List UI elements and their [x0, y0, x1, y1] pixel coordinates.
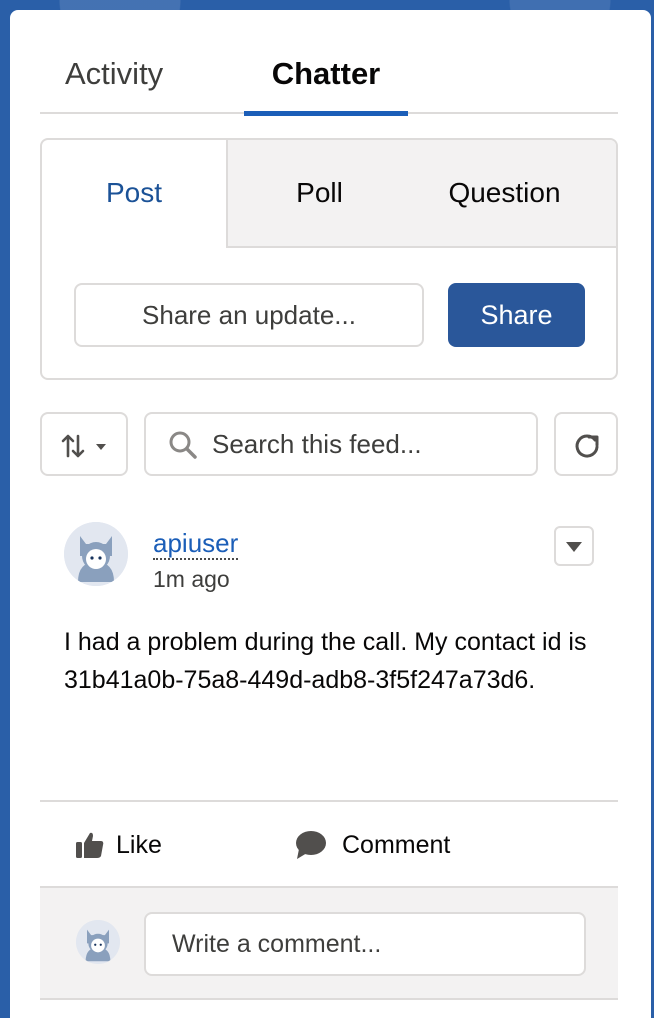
publisher-tab-post[interactable]: Post [42, 140, 226, 246]
refresh-icon [575, 434, 599, 458]
like-label: Like [116, 831, 162, 859]
user-avatar-icon [76, 920, 120, 964]
sort-button[interactable] [40, 412, 128, 476]
tab-bar: Activity Chatter [40, 40, 618, 116]
comment-input[interactable]: Write a comment... [144, 912, 586, 976]
comment-button[interactable]: Comment [294, 820, 484, 870]
publisher-tab-poll[interactable]: Poll [232, 140, 407, 246]
share-update-input[interactable]: Share an update... [74, 283, 424, 347]
tab-chatter[interactable]: Chatter [244, 40, 408, 116]
post-actions-menu[interactable] [554, 526, 594, 566]
post-body: I had a problem during the call. My cont… [64, 628, 587, 694]
user-avatar-icon [64, 522, 128, 586]
avatar[interactable] [64, 522, 128, 586]
publisher: Post Poll Question Share an update... Sh… [40, 138, 618, 380]
post-timestamp[interactable]: 1m ago [153, 566, 230, 593]
share-button[interactable]: Share [448, 283, 585, 347]
avatar [76, 920, 120, 964]
search-icon [169, 431, 197, 459]
feed-search-input[interactable]: Search this feed... [144, 412, 538, 476]
chevron-down-icon [566, 542, 582, 552]
refresh-button[interactable] [554, 412, 618, 476]
sort-icon [61, 434, 106, 458]
post-author-link[interactable]: apiuser [153, 528, 239, 560]
like-button[interactable]: Like [74, 820, 194, 870]
publisher-tab-question[interactable]: Question [412, 140, 597, 246]
comment-icon [296, 831, 326, 859]
comment-label: Comment [342, 831, 451, 859]
like-icon [76, 832, 104, 858]
search-placeholder: Search this feed... [212, 429, 422, 459]
divider [40, 800, 618, 802]
tab-activity[interactable]: Activity [40, 40, 200, 114]
